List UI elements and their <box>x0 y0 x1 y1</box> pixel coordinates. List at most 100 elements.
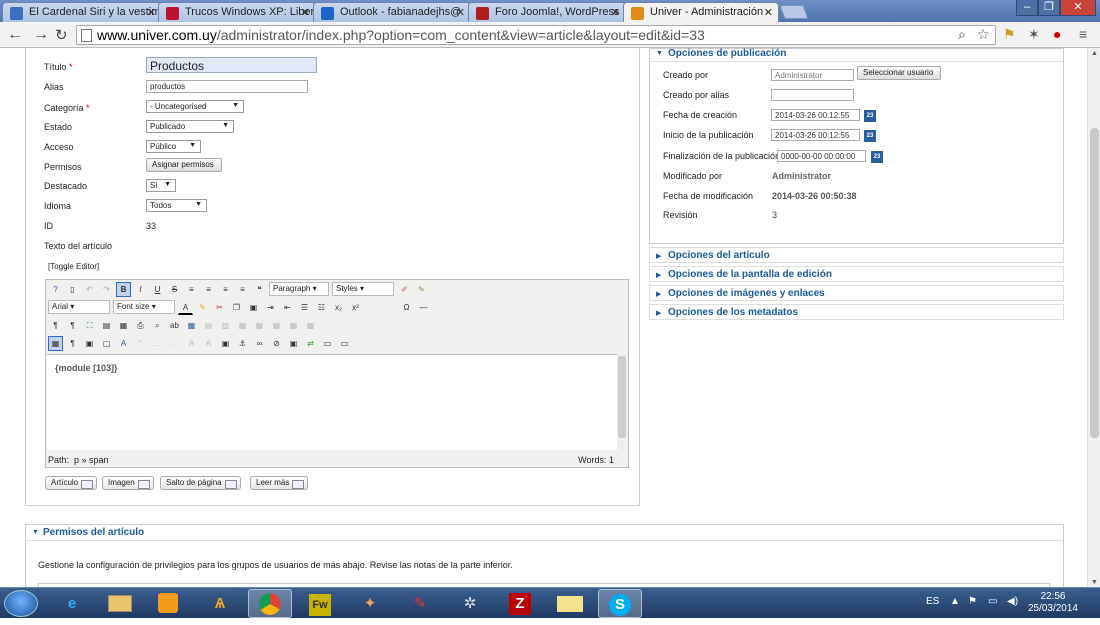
unlink-icon[interactable]: ⊘ <box>269 336 284 351</box>
titulo-field[interactable]: Productos <box>146 57 317 73</box>
image-icon[interactable]: ▣ <box>82 336 97 351</box>
categoria-select[interactable]: - Uncategorised ▼ <box>146 100 244 113</box>
minimize-icon[interactable]: – <box>1016 0 1038 16</box>
abbr-icon[interactable]: … <box>150 336 165 351</box>
idioma-select[interactable]: Todos ▼ <box>146 199 207 212</box>
omega-icon[interactable]: Ω <box>399 300 414 315</box>
leer-mas-button[interactable]: Leer más <box>250 476 309 490</box>
ltr-icon[interactable]: ¶ <box>48 318 63 333</box>
destacado-select[interactable]: Sí ▼ <box>146 179 176 192</box>
ins-icon[interactable]: A <box>201 336 216 351</box>
media-icon[interactable]: ▭ <box>337 336 352 351</box>
back-arrow-icon[interactable]: ← <box>7 26 23 44</box>
scroll-down-icon[interactable]: ▼ <box>1091 579 1098 586</box>
accordion-opciones-imagenes[interactable]: ▶ Opciones de imágenes y enlaces <box>649 285 1064 301</box>
paste-icon[interactable]: ▣ <box>246 300 261 315</box>
calendar-icon[interactable]: 23 <box>864 130 876 142</box>
new-document-icon[interactable]: ▯ <box>65 282 80 297</box>
reload-icon[interactable]: ↻ <box>55 26 68 44</box>
close-icon[interactable]: ✕ <box>764 6 773 19</box>
visual-aid-icon[interactable]: ▦ <box>48 336 63 351</box>
format-select[interactable]: Paragraph ▾ <box>269 282 329 296</box>
seleccionar-usuario-button[interactable]: Seleccionar usuario <box>857 66 941 80</box>
indent-icon[interactable]: ⇥ <box>263 300 278 315</box>
superscript-icon[interactable]: x² <box>348 300 363 315</box>
url-input[interactable]: www.univer.com.uy/administrator/index.ph… <box>76 25 996 45</box>
folder-icon[interactable] <box>548 589 592 618</box>
blockquote-icon[interactable]: ❝ <box>252 282 267 297</box>
estado-select[interactable]: Publicado ▼ <box>146 120 234 133</box>
outdent-icon[interactable]: ⇤ <box>280 300 295 315</box>
acronym-icon[interactable]: … <box>167 336 182 351</box>
cite-icon[interactable]: “ <box>133 336 148 351</box>
extension-icon[interactable]: ⚑ <box>1003 26 1016 43</box>
asignar-permisos-button[interactable]: Asignar permisos <box>146 158 222 172</box>
align-center-icon[interactable]: ≡ <box>201 282 216 297</box>
code-icon[interactable]: ⇄ <box>303 336 318 351</box>
avast-icon[interactable]: Ѧ <box>198 589 242 618</box>
imagen-button[interactable]: Imagen <box>102 476 154 490</box>
calendar-icon[interactable]: 23 <box>864 110 876 122</box>
strikethrough-icon[interactable]: S <box>167 282 182 297</box>
find-icon[interactable]: ⌕ <box>150 318 165 333</box>
close-icon[interactable]: ✕ <box>147 6 156 19</box>
close-icon[interactable]: ✕ <box>301 6 310 19</box>
table-icon[interactable]: ▦ <box>184 318 199 333</box>
help-icon[interactable]: ? <box>48 282 63 297</box>
table-delete-icon[interactable]: ▦ <box>286 318 301 333</box>
tab-cardenal[interactable]: El Cardenal Siri y la vestim ✕ <box>2 2 162 22</box>
table-col-icon[interactable]: ▥ <box>218 318 233 333</box>
eraser-icon[interactable]: ✐ <box>397 282 412 297</box>
italic-icon[interactable]: I <box>133 282 148 297</box>
search-icon[interactable]: ⌕ <box>958 26 966 43</box>
tray-arrow-icon[interactable]: ▲ <box>950 596 960 607</box>
image-insert-icon[interactable]: ▣ <box>286 336 301 351</box>
fullscreen-icon[interactable]: ⛶ <box>82 318 97 333</box>
ie-icon[interactable]: e <box>50 589 94 618</box>
table-row-icon[interactable]: ▤ <box>201 318 216 333</box>
articulo-button[interactable]: Artículo <box>45 476 98 490</box>
network-icon[interactable]: ▭ <box>988 596 997 607</box>
close-icon[interactable]: ✕ <box>611 6 620 19</box>
editor-scrollbar[interactable] <box>617 354 627 450</box>
language-indicator[interactable]: ES <box>926 596 939 607</box>
skype-icon[interactable]: S <box>598 589 642 618</box>
pilcrow-icon[interactable]: ¶ <box>65 336 80 351</box>
publishing-options-header[interactable]: ▼ Opciones de publicación <box>650 48 1063 62</box>
replace-icon[interactable]: ab <box>167 318 182 333</box>
clock[interactable]: 22:56 25/03/2014 <box>1028 591 1078 615</box>
accordion-opciones-metadatos[interactable]: ▶ Opciones de los metadatos <box>649 304 1064 320</box>
star-icon[interactable]: ☆ <box>977 26 990 43</box>
close-icon[interactable]: ✕ <box>456 6 465 19</box>
maximize-icon[interactable]: ❐ <box>1038 0 1060 16</box>
layer-icon[interactable]: ▢ <box>99 336 114 351</box>
underline-icon[interactable]: U <box>150 282 165 297</box>
font-family-select[interactable]: Arial ▾ <box>48 300 110 314</box>
fecha-creacion-field[interactable]: 2014-03-26 00:12:55 <box>771 109 860 121</box>
chrome-icon[interactable] <box>248 589 292 618</box>
tab-univer[interactable]: Univer - Administración - ✕ <box>623 2 779 22</box>
creado-por-field[interactable]: Administrator <box>771 69 854 81</box>
subscript-icon[interactable]: x₂ <box>331 300 346 315</box>
redo-icon[interactable]: ↷ <box>99 282 114 297</box>
alias-field[interactable]: productos <box>146 80 308 93</box>
toggle-editor-link[interactable]: [Toggle Editor] <box>48 262 99 271</box>
tab-outlook[interactable]: Outlook - fabianadejhs@ ✕ <box>313 2 471 22</box>
table-merge-icon[interactable]: ▦ <box>252 318 267 333</box>
opera-icon[interactable]: ● <box>1053 26 1061 42</box>
pen-icon[interactable]: ✎ <box>398 589 442 618</box>
bold-icon[interactable]: B <box>116 282 131 297</box>
acceso-select[interactable]: Público ▼ <box>146 140 201 153</box>
new-tab-button[interactable] <box>779 5 809 19</box>
cleanup-icon[interactable]: ✎ <box>414 282 429 297</box>
undo-icon[interactable]: ↶ <box>82 282 97 297</box>
start-button[interactable] <box>4 590 38 617</box>
tool-icon[interactable]: ✲ <box>448 589 492 618</box>
hr-icon[interactable]: ▭ <box>320 336 335 351</box>
volume-icon[interactable]: ◀) <box>1007 596 1018 607</box>
fin-publicacion-field[interactable]: 0000-00-00 00:00:00 <box>777 150 866 162</box>
permisos-articulo-header[interactable]: ▼ Permisos del artículo <box>26 525 1063 541</box>
style-icon[interactable]: A <box>116 336 131 351</box>
page-scrollbar[interactable]: ▲ ▼ <box>1087 48 1100 588</box>
fireworks-icon[interactable]: Fw <box>298 589 342 618</box>
